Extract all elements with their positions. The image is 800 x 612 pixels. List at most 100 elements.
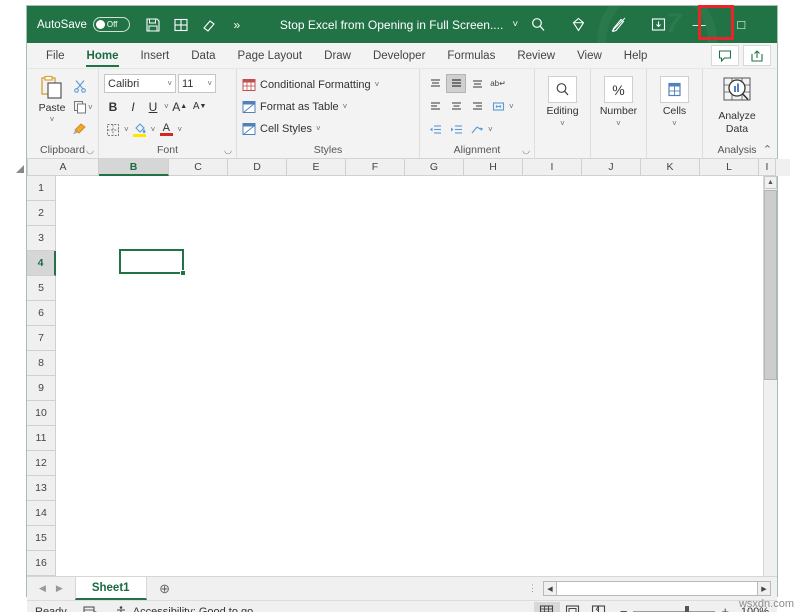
split-handle[interactable]: ⋮ — [528, 577, 543, 600]
alignment-dialog-launcher[interactable]: ◡ — [522, 145, 530, 156]
scroll-right-button[interactable]: ▶ — [757, 581, 771, 596]
tab-formulas[interactable]: Formulas — [436, 43, 506, 68]
row-header-15[interactable]: 15 — [27, 526, 56, 551]
cell-styles-button[interactable]: Cell Styles ˅ — [242, 119, 321, 138]
row-header-10[interactable]: 10 — [27, 401, 56, 426]
search-icon[interactable] — [518, 6, 558, 43]
accessibility-status[interactable]: Accessibility: Good to go — [107, 605, 261, 612]
number-button[interactable]: % Number ˅ — [596, 73, 641, 128]
conditional-formatting-button[interactable]: Conditional Formatting ˅ — [242, 75, 379, 94]
row-header-14[interactable]: 14 — [27, 501, 56, 526]
format-as-table-dropdown-icon[interactable]: ˅ — [343, 102, 348, 111]
align-middle-icon[interactable] — [446, 74, 466, 93]
more-commands-icon[interactable]: » — [224, 12, 250, 38]
align-bottom-icon[interactable] — [467, 74, 487, 93]
orientation-dropdown-icon[interactable]: ˅ — [488, 125, 493, 134]
copy-icon[interactable]: ˅ — [73, 98, 93, 116]
row-header-2[interactable]: 2 — [27, 201, 56, 226]
tab-insert[interactable]: Insert — [129, 43, 180, 68]
horizontal-scrollbar[interactable]: ◀ ▶ — [543, 577, 777, 600]
column-header-L[interactable]: L — [700, 159, 759, 176]
tab-page-layout[interactable]: Page Layout — [227, 43, 314, 68]
font-size-dropdown-icon[interactable]: ˅ — [207, 79, 212, 88]
zoom-out-button[interactable]: − — [620, 604, 628, 612]
merge-and-center-icon[interactable] — [488, 97, 508, 116]
page-break-view-button[interactable] — [586, 602, 612, 612]
underline-button[interactable]: U — [144, 97, 162, 116]
editing-button[interactable]: Editing ˅ — [540, 73, 585, 128]
paste-dropdown-icon[interactable]: ˅ — [50, 115, 55, 124]
column-header-J[interactable]: J — [582, 159, 641, 176]
editing-dropdown-icon[interactable]: ˅ — [560, 119, 565, 128]
normal-view-button[interactable] — [534, 602, 560, 612]
font-size-input[interactable]: 11 ˅ — [178, 74, 216, 93]
comments-icon[interactable] — [711, 45, 739, 66]
sheet-tab-sheet1[interactable]: Sheet1 — [75, 577, 147, 600]
row-header-16[interactable]: 16 — [27, 551, 56, 576]
row-header-5[interactable]: 5 — [27, 276, 56, 301]
select-all-corner[interactable] — [27, 159, 28, 176]
close-button[interactable]: ✕ — [762, 6, 777, 43]
sheet-nav-arrows[interactable]: ◀ ▶ — [27, 577, 75, 600]
column-header-C[interactable]: C — [169, 159, 228, 176]
underline-dropdown-icon[interactable]: ˅ — [164, 102, 169, 111]
grow-font-button[interactable]: A▲ — [171, 97, 189, 116]
row-header-13[interactable]: 13 — [27, 476, 56, 501]
save-icon[interactable] — [140, 12, 166, 38]
row-header-7[interactable]: 7 — [27, 326, 56, 351]
row-header-1[interactable]: 1 — [27, 176, 56, 201]
tab-view[interactable]: View — [566, 43, 613, 68]
format-painter-icon[interactable] — [73, 119, 93, 137]
row-header-6[interactable]: 6 — [27, 301, 56, 326]
align-left-icon[interactable] — [425, 97, 445, 116]
cells-button[interactable]: Cells ˅ — [652, 73, 697, 128]
align-center-icon[interactable] — [446, 97, 466, 116]
autosave-control[interactable]: AutoSave Off — [37, 17, 130, 32]
column-header-G[interactable]: G — [405, 159, 464, 176]
row-header-12[interactable]: 12 — [27, 451, 56, 476]
column-header-B[interactable]: B — [99, 159, 169, 176]
tab-help[interactable]: Help — [613, 43, 659, 68]
fill-color-icon[interactable] — [131, 120, 149, 139]
font-name-dropdown-icon[interactable]: ˅ — [167, 79, 172, 88]
row-header-8[interactable]: 8 — [27, 351, 56, 376]
column-header-A[interactable]: A — [28, 159, 99, 176]
number-dropdown-icon[interactable]: ˅ — [616, 119, 621, 128]
ribbon-display-icon[interactable] — [638, 6, 678, 43]
column-header-I[interactable]: I — [523, 159, 582, 176]
borders-icon[interactable] — [104, 120, 122, 139]
collapse-ribbon-button[interactable]: ⌃ — [763, 143, 772, 156]
bold-button[interactable]: B — [104, 97, 122, 116]
cell-canvas[interactable] — [56, 176, 763, 576]
orientation-icon[interactable] — [467, 120, 487, 139]
row-header-11[interactable]: 11 — [27, 426, 56, 451]
eraser-icon[interactable] — [196, 12, 222, 38]
pen-icon[interactable] — [598, 6, 638, 43]
share-icon[interactable] — [743, 45, 771, 66]
cells-dropdown-icon[interactable]: ˅ — [672, 119, 677, 128]
minimize-button[interactable]: — — [678, 6, 720, 43]
row-header-4[interactable]: 4 — [27, 251, 56, 276]
column-header-F[interactable]: F — [346, 159, 405, 176]
vertical-scrollbar-thumb[interactable] — [764, 190, 777, 380]
analyze-data-button[interactable]: Analyze Data — [708, 73, 766, 135]
row-header-3[interactable]: 3 — [27, 226, 56, 251]
tab-data[interactable]: Data — [180, 43, 226, 68]
record-macro-icon[interactable] — [75, 605, 107, 612]
shrink-font-button[interactable]: A▼ — [191, 97, 209, 116]
scroll-left-button[interactable]: ◀ — [543, 581, 557, 596]
vertical-scrollbar[interactable]: ▲ — [763, 176, 777, 576]
increase-indent-icon[interactable] — [446, 120, 466, 139]
fill-color-dropdown-icon[interactable]: ˅ — [151, 125, 156, 134]
paste-button[interactable]: Paste ˅ — [32, 73, 72, 124]
font-color-dropdown-icon[interactable]: ˅ — [177, 125, 182, 134]
row-header-9[interactable]: 9 — [27, 376, 56, 401]
active-cell-B4[interactable] — [119, 249, 184, 274]
tab-developer[interactable]: Developer — [362, 43, 436, 68]
conditional-formatting-dropdown-icon[interactable]: ˅ — [375, 80, 380, 89]
fill-handle[interactable] — [180, 270, 186, 276]
tab-home[interactable]: Home — [76, 43, 130, 68]
clipboard-dialog-launcher[interactable]: ◡ — [86, 145, 94, 156]
tab-review[interactable]: Review — [506, 43, 566, 68]
column-header-D[interactable]: D — [228, 159, 287, 176]
